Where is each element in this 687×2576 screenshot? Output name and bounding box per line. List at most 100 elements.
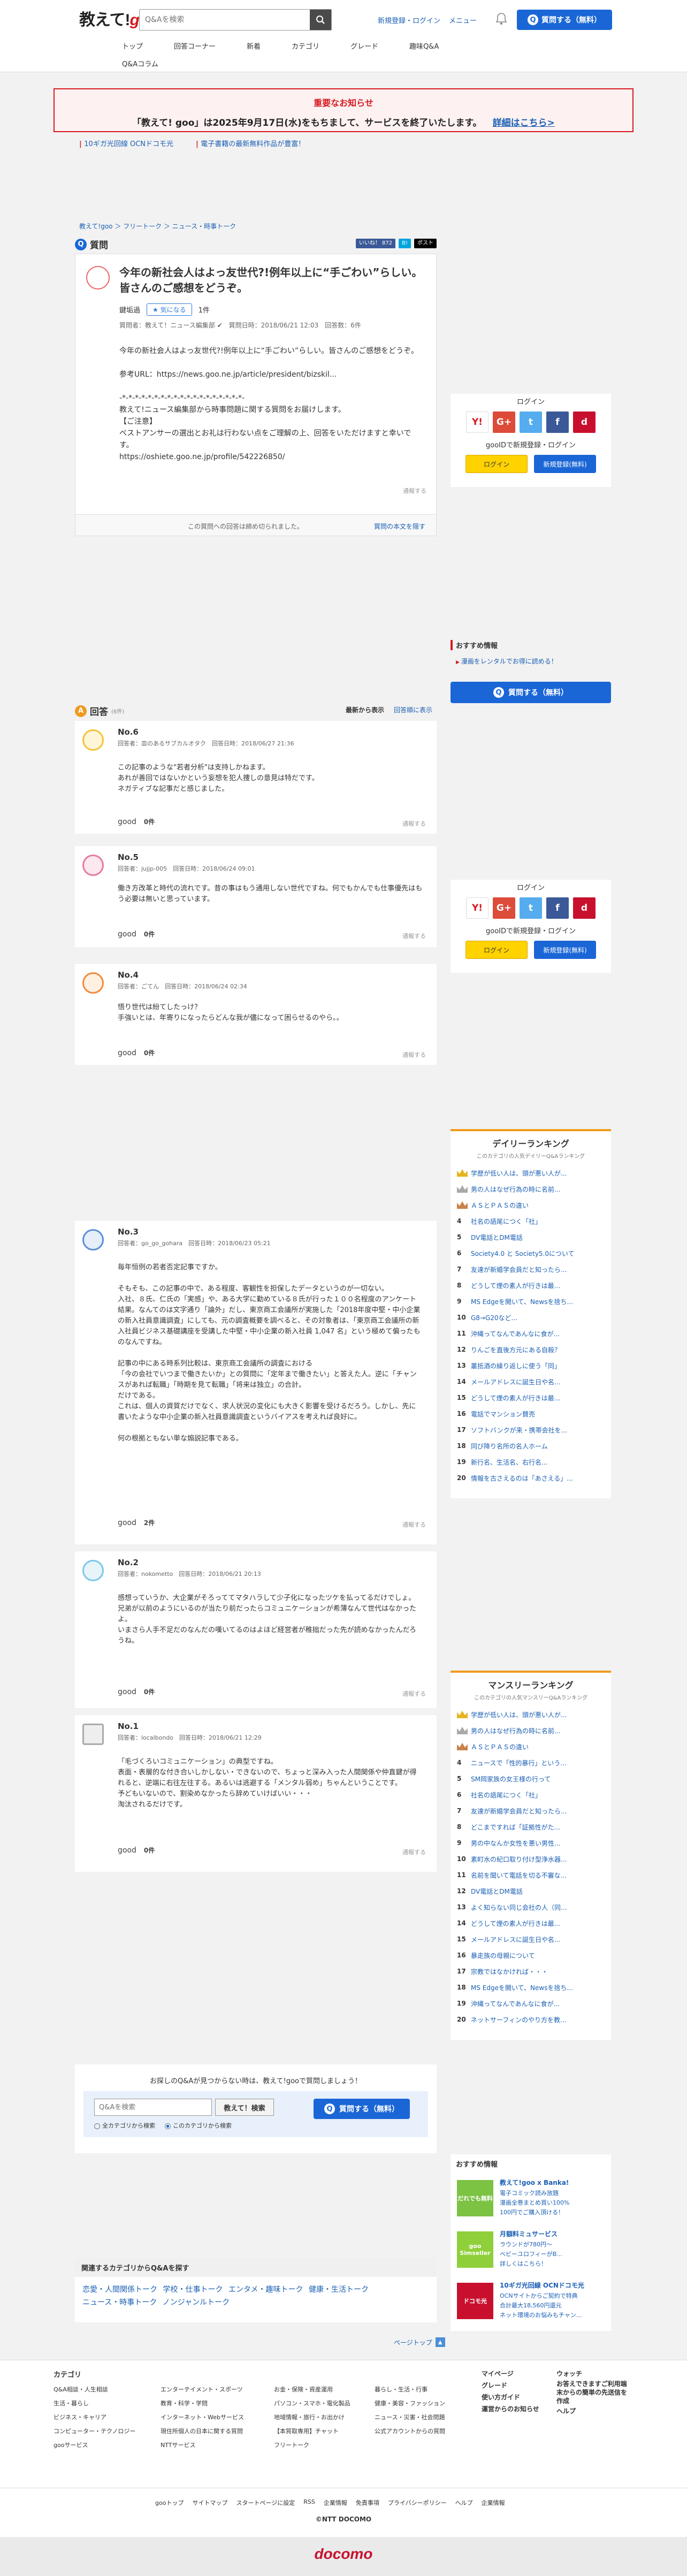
sort-by-order-link[interactable]: 回答順に表示 (394, 705, 432, 714)
nav-new[interactable]: 新着 (247, 41, 261, 51)
monthly-ranking-item[interactable]: 男の人はなぜ行為の時に名前... (451, 1723, 611, 1739)
x-post-button[interactable]: ポスト (414, 239, 437, 248)
monthly-ranking-item[interactable]: 5 SM岡家族の女王様の行って (451, 1771, 611, 1787)
notification-button[interactable] (495, 12, 508, 26)
answer-report-link[interactable]: 通報する (402, 1689, 426, 1698)
page-top-link[interactable]: ページトップ ▲ (394, 2337, 445, 2347)
nav-category[interactable]: カテゴリ (292, 41, 319, 51)
nav-answer-corner[interactable]: 回答コーナー (174, 41, 216, 51)
daily-ranking-item[interactable]: 13 叢抵酒の繰り返しに使う「同」 (451, 1358, 611, 1374)
good-button[interactable]: good 0件 (118, 1048, 155, 1057)
answer-report-link[interactable]: 通報する (402, 1050, 426, 1059)
bottom-ask-button[interactable]: Q 質問する（無料） (314, 2099, 410, 2119)
good-button[interactable]: good 0件 (118, 1687, 155, 1696)
good-button[interactable]: good 0件 (118, 817, 155, 826)
daily-ranking-item[interactable]: 15 どうして煙の素人が行きは最... (451, 1390, 611, 1406)
monthly-ranking-item[interactable]: 13 よく知らない同じ会社の人（同... (451, 1899, 611, 1915)
search-button[interactable] (310, 10, 331, 30)
yahoo-login-icon[interactable]: Y! (466, 897, 488, 919)
daily-ranking-item[interactable]: 12 りんごを直後方元にある自殺？ (451, 1342, 611, 1358)
docomo-logo[interactable]: docomo (0, 2545, 687, 2563)
google-login-icon[interactable]: G+ (493, 897, 515, 919)
login-button[interactable]: ログイン (465, 941, 528, 959)
good-button[interactable]: good 0件 (118, 1846, 155, 1855)
bottom-search-input[interactable] (94, 2099, 212, 2116)
good-button[interactable]: good 0件 (118, 929, 155, 939)
daily-ranking-item[interactable]: 7 友達が新婚学会員だと知ったら... (451, 1261, 611, 1277)
promo-link-ebook[interactable]: 電子書籍の最新無料作品が豊富！ (196, 138, 305, 148)
login-button[interactable]: ログイン (465, 455, 528, 473)
nav-hobby-qa[interactable]: 趣味Q&A (409, 41, 439, 51)
answer-report-link[interactable]: 通報する (402, 932, 426, 940)
twitter-login-icon[interactable]: t (520, 897, 542, 919)
daily-ranking-item[interactable]: ＡＳとＰＡＳの違い (451, 1197, 611, 1213)
monthly-ranking-item[interactable]: 9 男の中なんか女性を悪い男性... (451, 1835, 611, 1851)
monthly-ranking-item[interactable]: 12 DV電話とDM電話 (451, 1883, 611, 1899)
daily-ranking-item[interactable]: 4 社名の語尾につく「社」 (451, 1213, 611, 1229)
daily-ranking-item[interactable]: 学歴が低い人は、頭が悪い人が... (451, 1165, 611, 1181)
osusume-item[interactable]: ドコモ光 10ギガ光回線 OCNドコモ光 OCNサイトからご契約で特典 合計最大… (457, 2281, 607, 2326)
osusume-item[interactable]: だれでも無料 教えて!goo x Banka! 電子コミック読み放題 漫画全巻ま… (457, 2178, 607, 2223)
related-link[interactable]: ノンジャンルトーク (163, 2298, 230, 2307)
monthly-ranking-item[interactable]: 15 メールアドレスに誕生日や名... (451, 1931, 611, 1947)
notice-details-link[interactable]: 詳細はこちら> (493, 118, 555, 128)
osusume-item[interactable]: goo Simseller 月額料ミュサービス ラウンドが780円〜 ベビーユロ… (457, 2229, 607, 2274)
docomo-login-icon[interactable]: d (573, 897, 596, 919)
facebook-login-icon[interactable]: f (546, 897, 569, 919)
register-button[interactable]: 新規登録(無料) (534, 455, 596, 473)
login-link[interactable]: 新規登録・ログイン (378, 15, 440, 25)
question-report-link[interactable]: 通報する (403, 486, 426, 495)
search-input[interactable] (140, 10, 307, 30)
answer-report-link[interactable]: 通報する (402, 819, 426, 828)
monthly-ranking-item[interactable]: 14 どうして煙の素人が行きは最... (451, 1915, 611, 1931)
monthly-ranking-item[interactable]: 18 MS Edgeを開いて、Newsを捨ち... (451, 1979, 611, 1995)
monthly-ranking-item[interactable]: 4 ニュースで「性的暴行」という... (451, 1755, 611, 1771)
good-button[interactable]: good 2件 (118, 1518, 155, 1527)
daily-ranking-item[interactable]: 16 電話でマンション賛売 (451, 1406, 611, 1422)
side-ask-button[interactable]: Q 質問する（無料） (451, 682, 611, 703)
hatena-bookmark-button[interactable]: B! (399, 239, 411, 248)
monthly-ranking-item[interactable]: 11 名前を聞いて電話を切る不審な... (451, 1867, 611, 1883)
daily-ranking-item[interactable]: 9 MS Edgeを開いて、Newsを捨ち... (451, 1293, 611, 1309)
related-link[interactable]: 健康・生活トーク (309, 2285, 369, 2294)
radio-all-categories[interactable]: 全カテゴリから検索 (94, 2121, 155, 2130)
recommend-link[interactable]: 漫画をレンタルでお得に読める！ (456, 657, 611, 666)
menu-link[interactable]: メニュー (449, 15, 477, 25)
monthly-ranking-item[interactable]: 6 社名の語尾につく「社」 (451, 1787, 611, 1803)
daily-ranking-item[interactable]: 20 情報を古さえるのは「あさえる」... (451, 1470, 611, 1486)
daily-ranking-item[interactable]: 男の人はなぜ行為の時に名前... (451, 1181, 611, 1197)
daily-ranking-item[interactable]: 10 G8→G20など... (451, 1309, 611, 1325)
answer-report-link[interactable]: 通報する (402, 1520, 426, 1529)
related-link[interactable]: エンタメ・趣味トーク (228, 2285, 303, 2294)
hide-question-link[interactable]: 質問の本文を隠す (374, 522, 425, 531)
monthly-ranking-item[interactable]: ＡＳとＰＡＳの違い (451, 1739, 611, 1755)
question-author[interactable]: 鍵垢過 (119, 304, 140, 315)
nav-grade[interactable]: グレード (350, 41, 378, 51)
yahoo-login-icon[interactable]: Y! (466, 411, 488, 433)
monthly-ranking-item[interactable]: 7 友達が新婚学会員だと知ったら... (451, 1803, 611, 1819)
monthly-ranking-item[interactable]: 16 暴走族の母親について (451, 1947, 611, 1963)
register-button[interactable]: 新規登録(無料) (534, 941, 596, 959)
related-link[interactable]: 恋愛・人間関係トーク (82, 2285, 157, 2294)
breadcrumb[interactable]: 教えて!goo ＞ フリートーク ＞ ニュース・時事トーク (79, 222, 236, 231)
docomo-login-icon[interactable]: d (573, 411, 596, 433)
daily-ranking-item[interactable]: 8 どうして煙の素人が行きは最... (451, 1277, 611, 1293)
radio-this-category[interactable]: このカテゴリから検索 (165, 2121, 232, 2130)
related-link[interactable]: ニュース・時事トーク (82, 2298, 157, 2307)
answer-report-link[interactable]: 通報する (402, 1848, 426, 1856)
monthly-ranking-item[interactable]: 10 素町水の紀口取り付け型浄水器... (451, 1851, 611, 1867)
daily-ranking-item[interactable]: 14 メールアドレスに誕生日や名... (451, 1374, 611, 1390)
facebook-login-icon[interactable]: f (546, 411, 569, 433)
related-link[interactable]: 学校・仕事トーク (163, 2285, 223, 2294)
promo-link-ocn[interactable]: 10ギガ光回線 OCNドコモ光 (79, 138, 173, 148)
follow-button[interactable]: ★ 気になる (147, 303, 192, 316)
monthly-ranking-item[interactable]: 19 沖縄ってなんであんなに食が... (451, 1995, 611, 2011)
daily-ranking-item[interactable]: 18 同び降り名所の名人ホーム (451, 1438, 611, 1454)
twitter-login-icon[interactable]: t (520, 411, 542, 433)
daily-ranking-item[interactable]: 17 ソフトバンクが来・携帯会社を... (451, 1422, 611, 1438)
ask-question-button[interactable]: Q 質問する（無料） (517, 10, 612, 30)
monthly-ranking-item[interactable]: 8 どこまですれば「証拠性がた... (451, 1819, 611, 1835)
monthly-ranking-item[interactable]: 20 ネットサーフィンのやり方を教... (451, 2011, 611, 2028)
bottom-search-button[interactable]: 教えて！検索 (215, 2099, 274, 2116)
daily-ranking-item[interactable]: 19 新行名、生活名、右行名... (451, 1454, 611, 1470)
